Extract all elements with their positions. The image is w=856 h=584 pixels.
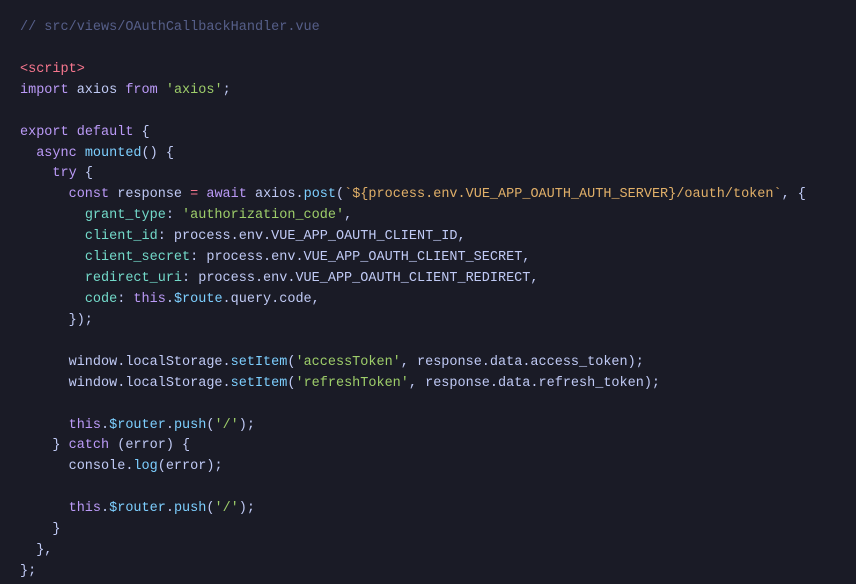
code-line-23 [20, 478, 836, 499]
code-line-24: this.$router.push('/'); [20, 499, 836, 520]
code-line-18: window.localStorage.setItem('refreshToke… [20, 374, 836, 395]
code-line-11: client_id: process.env.VUE_APP_OAUTH_CLI… [20, 227, 836, 248]
code-line-14: code: this.$route.query.code, [20, 290, 836, 311]
code-line-9: const response = await axios.post(`${pro… [20, 185, 836, 206]
code-line-7: async mounted() { [20, 144, 836, 165]
code-line-13: redirect_uri: process.env.VUE_APP_OAUTH_… [20, 269, 836, 290]
code-line-2 [20, 39, 836, 60]
code-line-3: <script> [20, 60, 836, 81]
code-line-8: try { [20, 164, 836, 185]
code-line-26: }, [20, 541, 836, 562]
code-line-20: this.$router.push('/'); [20, 416, 836, 437]
code-line-21: } catch (error) { [20, 436, 836, 457]
code-line-16 [20, 332, 836, 353]
code-line-12: client_secret: process.env.VUE_APP_OAUTH… [20, 248, 836, 269]
code-line-17: window.localStorage.setItem('accessToken… [20, 353, 836, 374]
code-line-25: } [20, 520, 836, 541]
code-line-1: // src/views/OAuthCallbackHandler.vue [20, 18, 836, 39]
code-line-15: }); [20, 311, 836, 332]
code-line-19 [20, 395, 836, 416]
code-viewer: // src/views/OAuthCallbackHandler.vue <s… [0, 0, 856, 584]
code-line-4: import axios from 'axios'; [20, 81, 836, 102]
code-line-10: grant_type: 'authorization_code', [20, 206, 836, 227]
code-line-6: export default { [20, 123, 836, 144]
code-line-27: }; [20, 562, 836, 583]
code-line-5 [20, 102, 836, 123]
code-line-22: console.log(error); [20, 457, 836, 478]
